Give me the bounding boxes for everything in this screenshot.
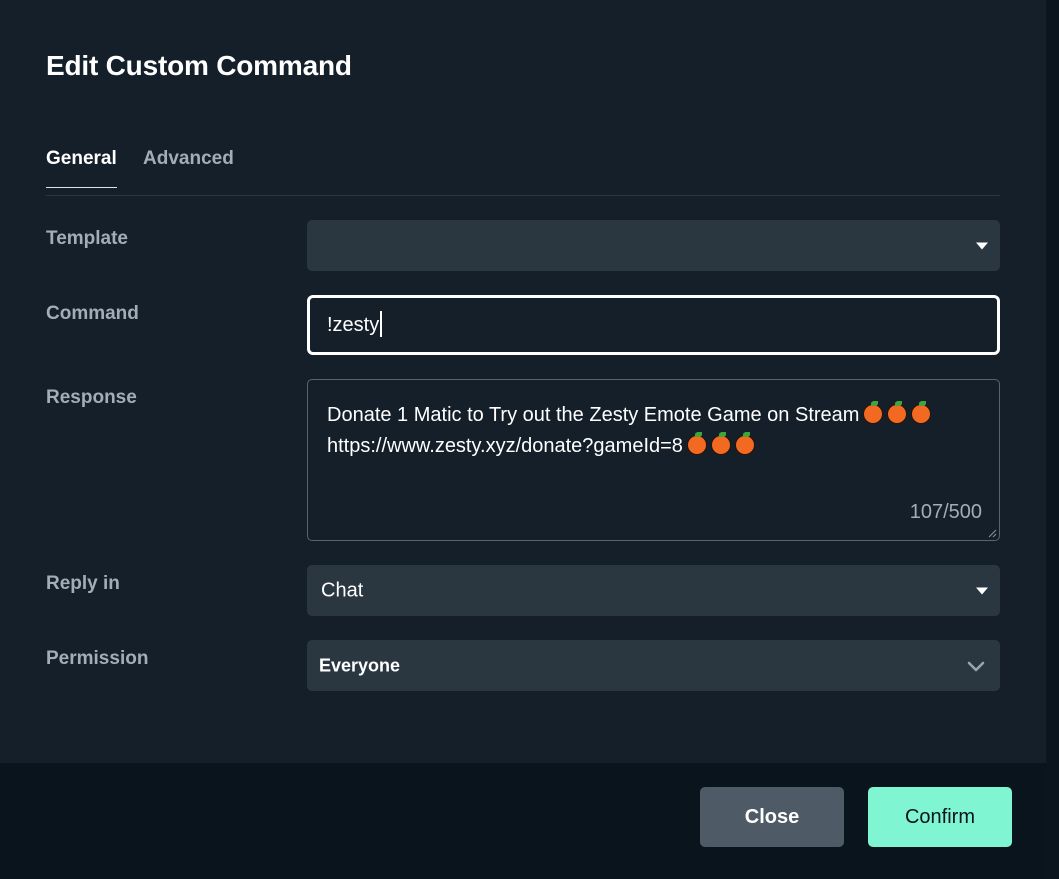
tangerine-emoji-icon (863, 401, 884, 424)
permission-label: Permission (46, 648, 149, 669)
tangerine-emoji-icon (887, 401, 908, 424)
dialog-title: Edit Custom Command (46, 50, 352, 81)
command-value: !zesty (327, 314, 380, 336)
response-text: Donate 1 Matic to Try out the Zesty Emot… (327, 400, 977, 462)
command-label: Command (46, 303, 139, 324)
edit-command-dialog: Edit Custom Command General Advanced Tem… (0, 0, 1046, 879)
tangerine-emoji-icon (686, 432, 707, 455)
response-label: Response (46, 387, 137, 408)
command-input[interactable]: !zesty (307, 295, 1000, 355)
confirm-button[interactable]: Confirm (868, 787, 1012, 847)
response-line-1: Donate 1 Matic to Try out the Zesty Emot… (327, 404, 860, 426)
template-label: Template (46, 228, 129, 249)
response-textarea[interactable]: Donate 1 Matic to Try out the Zesty Emot… (307, 379, 1000, 541)
response-line-2: https://www.zesty.xyz/donate?gameId=8 (327, 435, 683, 457)
chevron-down-icon (967, 661, 985, 671)
tangerine-emoji-icon (911, 401, 932, 424)
caret-down-icon (976, 587, 988, 594)
tangerine-emoji-icon (710, 432, 731, 455)
tangerine-emoji-icon (734, 432, 755, 455)
tab-bar: General Advanced (46, 140, 1000, 196)
permission-select[interactable]: Everyone (307, 640, 1000, 691)
dialog-footer: Close Confirm (0, 763, 1046, 879)
template-select[interactable] (307, 220, 1000, 271)
caret-down-icon (976, 242, 988, 249)
close-button[interactable]: Close (700, 787, 844, 847)
reply-in-label: Reply in (46, 573, 120, 594)
text-cursor (380, 311, 383, 337)
reply-in-value: Chat (321, 579, 364, 601)
permission-value: Everyone (319, 655, 401, 675)
resize-handle-icon[interactable] (987, 528, 997, 538)
reply-in-select[interactable]: Chat (307, 565, 1000, 616)
tab-advanced[interactable]: Advanced (143, 148, 234, 187)
character-counter: 107/500 (909, 501, 982, 523)
tab-general[interactable]: General (46, 148, 117, 188)
